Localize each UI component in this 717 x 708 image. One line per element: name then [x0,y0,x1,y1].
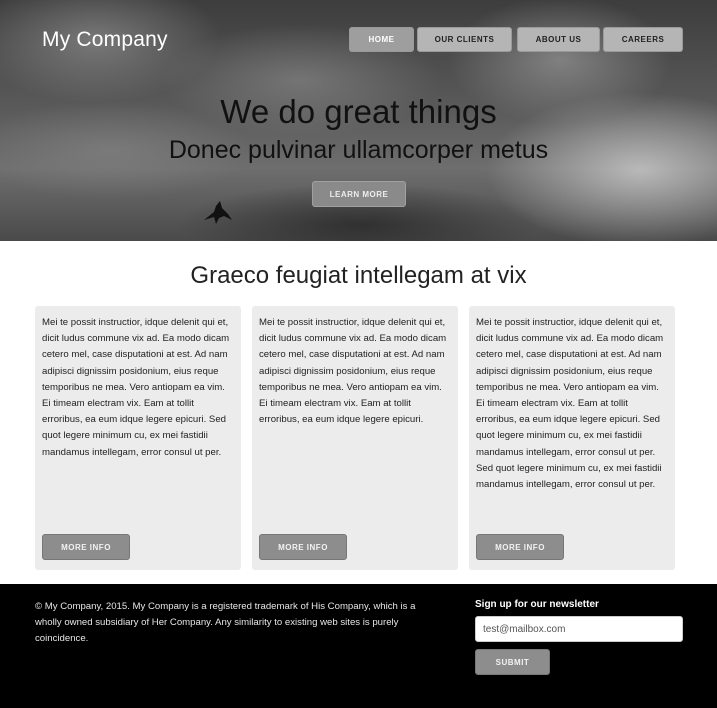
info-card: Mei te possit instructior, idque delenit… [35,306,241,570]
more-info-button[interactable]: MORE INFO [476,534,564,560]
more-info-button[interactable]: MORE INFO [42,534,130,560]
email-input[interactable] [475,616,683,642]
section-title: Graeco feugiat intellegam at vix [190,262,527,289]
hero-banner: My Company HOME OUR CLIENTS ABOUT US CAR… [0,0,717,241]
hero-title: We do great things [220,93,497,130]
nav-our-clients[interactable]: OUR CLIENTS [417,27,512,52]
newsletter-title: Sign up for our newsletter [475,599,599,610]
learn-more-button[interactable]: LEARN MORE [312,181,406,207]
info-card: Mei te possit instructior, idque delenit… [469,306,675,570]
card-text: Mei te possit instructior, idque delenit… [42,317,230,458]
copyright-text: © My Company, 2015. My Company is a regi… [35,601,416,644]
nav-about-us[interactable]: ABOUT US [517,27,600,52]
nav-home[interactable]: HOME [349,27,414,52]
submit-button[interactable]: SUBMIT [475,649,550,675]
card-text: Mei te possit instructior, idque delenit… [476,317,664,491]
bird-icon [204,201,232,224]
nav-careers[interactable]: CAREERS [603,27,683,52]
company-logo[interactable]: My Company [42,28,168,52]
footer: © My Company, 2015. My Company is a regi… [0,584,717,708]
info-card: Mei te possit instructior, idque delenit… [252,306,458,570]
more-info-button[interactable]: MORE INFO [259,534,347,560]
hero-subtitle: Donec pulvinar ullamcorper metus [168,136,549,164]
card-text: Mei te possit instructior, idque delenit… [259,317,447,426]
